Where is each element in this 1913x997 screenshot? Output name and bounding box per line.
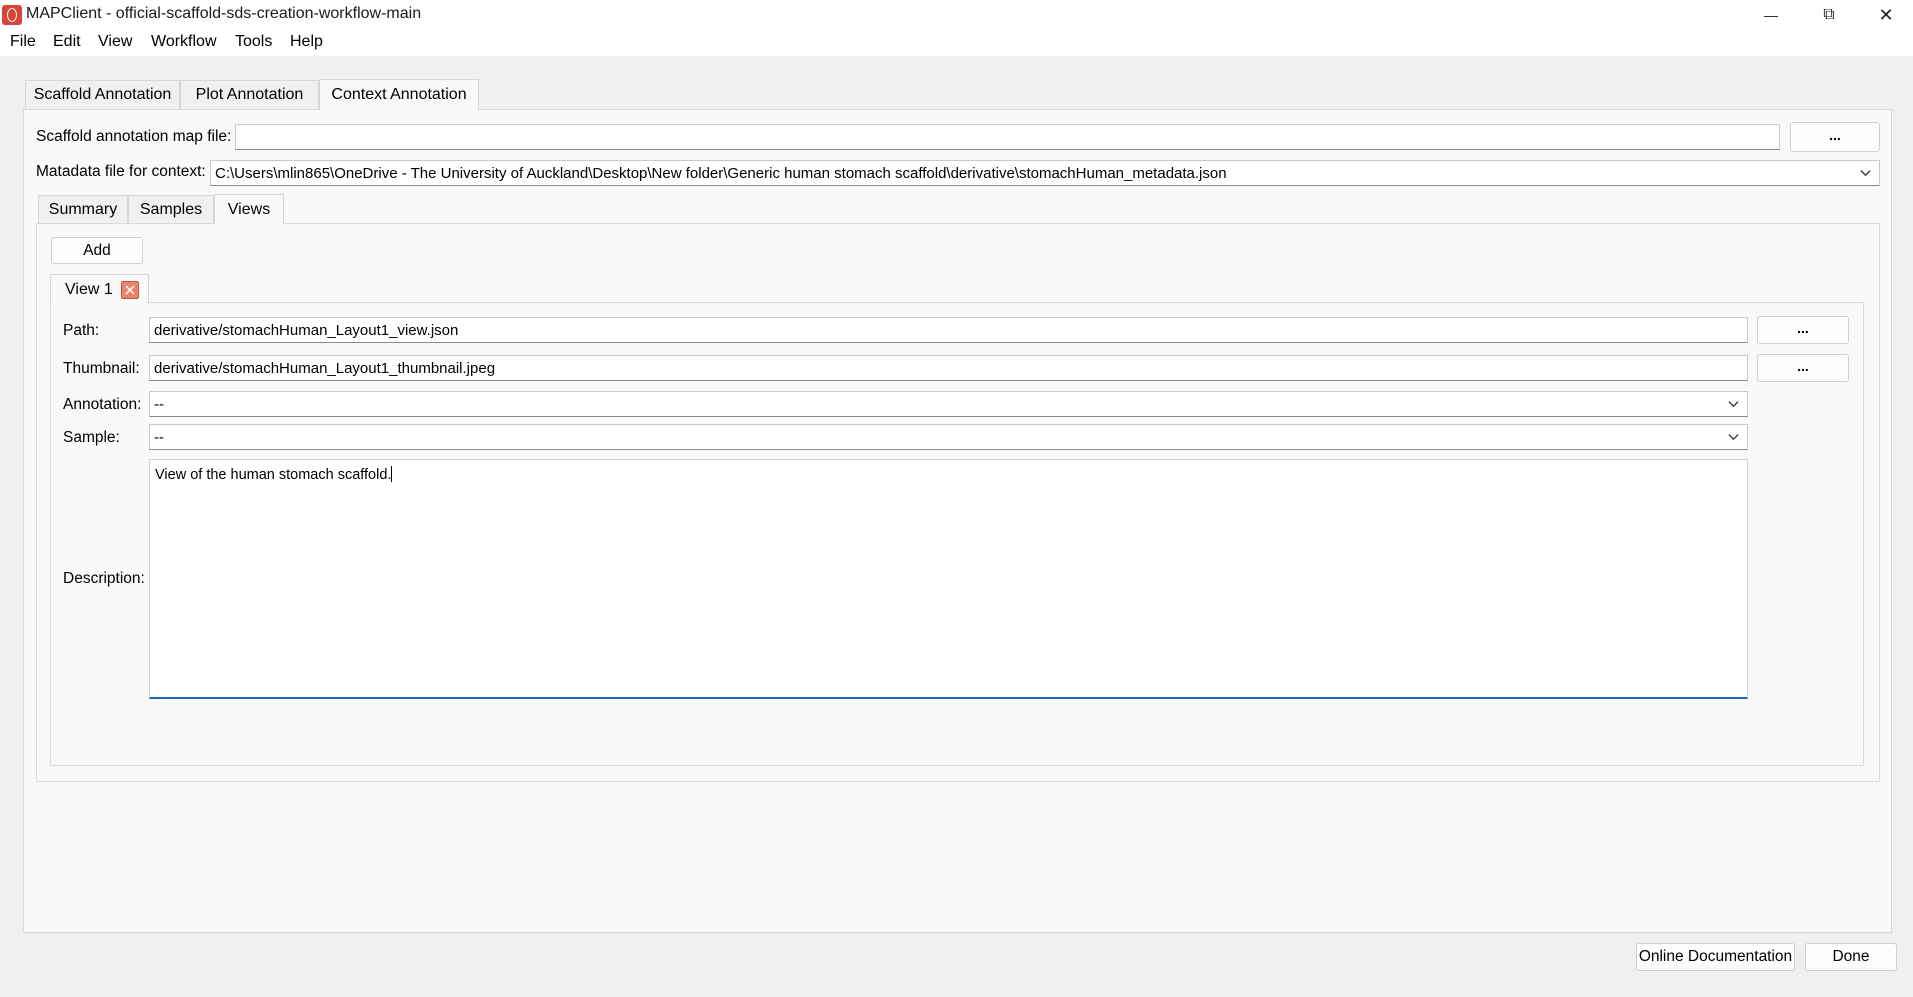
close-icon: ✕ <box>1878 4 1894 25</box>
minimize-button[interactable]: — <box>1743 0 1799 30</box>
view-tab-label: View 1 <box>65 280 113 298</box>
thumbnail-label: Thumbnail: <box>63 360 140 377</box>
tab-view-1[interactable]: View 1 <box>50 274 149 304</box>
metadata-label: Matadata file for context: <box>36 163 206 180</box>
description-textarea[interactable]: View of the human stomach scaffold. <box>149 459 1748 699</box>
close-view-icon[interactable] <box>120 280 139 299</box>
done-button[interactable]: Done <box>1805 943 1897 971</box>
sample-label: Sample: <box>63 429 120 446</box>
description-text: View of the human stomach scaffold. <box>155 467 392 483</box>
online-documentation-button[interactable]: Online Documentation <box>1636 943 1795 971</box>
tab-context-annotation[interactable]: Context Annotation <box>319 79 479 110</box>
chevron-down-icon <box>1728 434 1739 441</box>
menu-view[interactable]: View <box>98 33 132 51</box>
annotation-value: -- <box>154 395 164 413</box>
tab-views[interactable]: Views <box>214 194 284 224</box>
thumbnail-browse-button[interactable]: ... <box>1757 354 1849 382</box>
path-input[interactable]: derivative/stomachHuman_Layout1_view.jso… <box>149 317 1748 343</box>
thumbnail-input[interactable]: derivative/stomachHuman_Layout1_thumbnai… <box>149 355 1748 381</box>
chevron-down-icon <box>1860 170 1871 177</box>
menu-help[interactable]: Help <box>290 33 323 51</box>
restore-button[interactable]: ⧉ <box>1801 0 1857 30</box>
text-cursor <box>391 466 393 482</box>
window-title: MAPClient - official-scaffold-sds-creati… <box>26 5 422 22</box>
tab-summary[interactable]: Summary <box>38 195 128 223</box>
menu-edit[interactable]: Edit <box>53 33 81 51</box>
menu-file[interactable]: File <box>10 33 36 51</box>
path-browse-button[interactable]: ... <box>1757 316 1849 344</box>
sample-combo[interactable]: -- <box>149 424 1748 450</box>
restore-icon: ⧉ <box>1823 6 1835 23</box>
annotation-label: Annotation: <box>63 396 142 413</box>
tab-plot-annotation[interactable]: Plot Annotation <box>180 80 319 109</box>
chevron-down-icon <box>1728 401 1739 408</box>
minimize-icon: — <box>1764 7 1778 23</box>
add-view-button[interactable]: Add <box>51 237 143 264</box>
title-bar: MAPClient - official-scaffold-sds-creati… <box>0 0 1913 30</box>
tab-samples[interactable]: Samples <box>128 195 214 223</box>
menu-workflow[interactable]: Workflow <box>151 33 217 51</box>
metadata-file-value: C:\Users\mlin865\OneDrive - The Universi… <box>215 164 1227 182</box>
close-window-button[interactable]: ✕ <box>1858 0 1913 30</box>
description-label: Description: <box>63 570 145 587</box>
menu-bar: File Edit View Workflow Tools Help <box>0 30 1913 56</box>
app-icon <box>2 5 22 25</box>
metadata-file-combo[interactable]: C:\Users\mlin865\OneDrive - The Universi… <box>210 160 1880 186</box>
map-file-input[interactable] <box>235 124 1780 150</box>
sample-value: -- <box>154 428 164 446</box>
annotation-combo[interactable]: -- <box>149 391 1748 417</box>
path-label: Path: <box>63 322 100 339</box>
tab-scaffold-annotation[interactable]: Scaffold Annotation <box>25 80 180 109</box>
menu-tools[interactable]: Tools <box>235 33 272 51</box>
map-file-browse-button[interactable]: ... <box>1790 122 1880 152</box>
map-file-label: Scaffold annotation map file: <box>36 128 232 145</box>
